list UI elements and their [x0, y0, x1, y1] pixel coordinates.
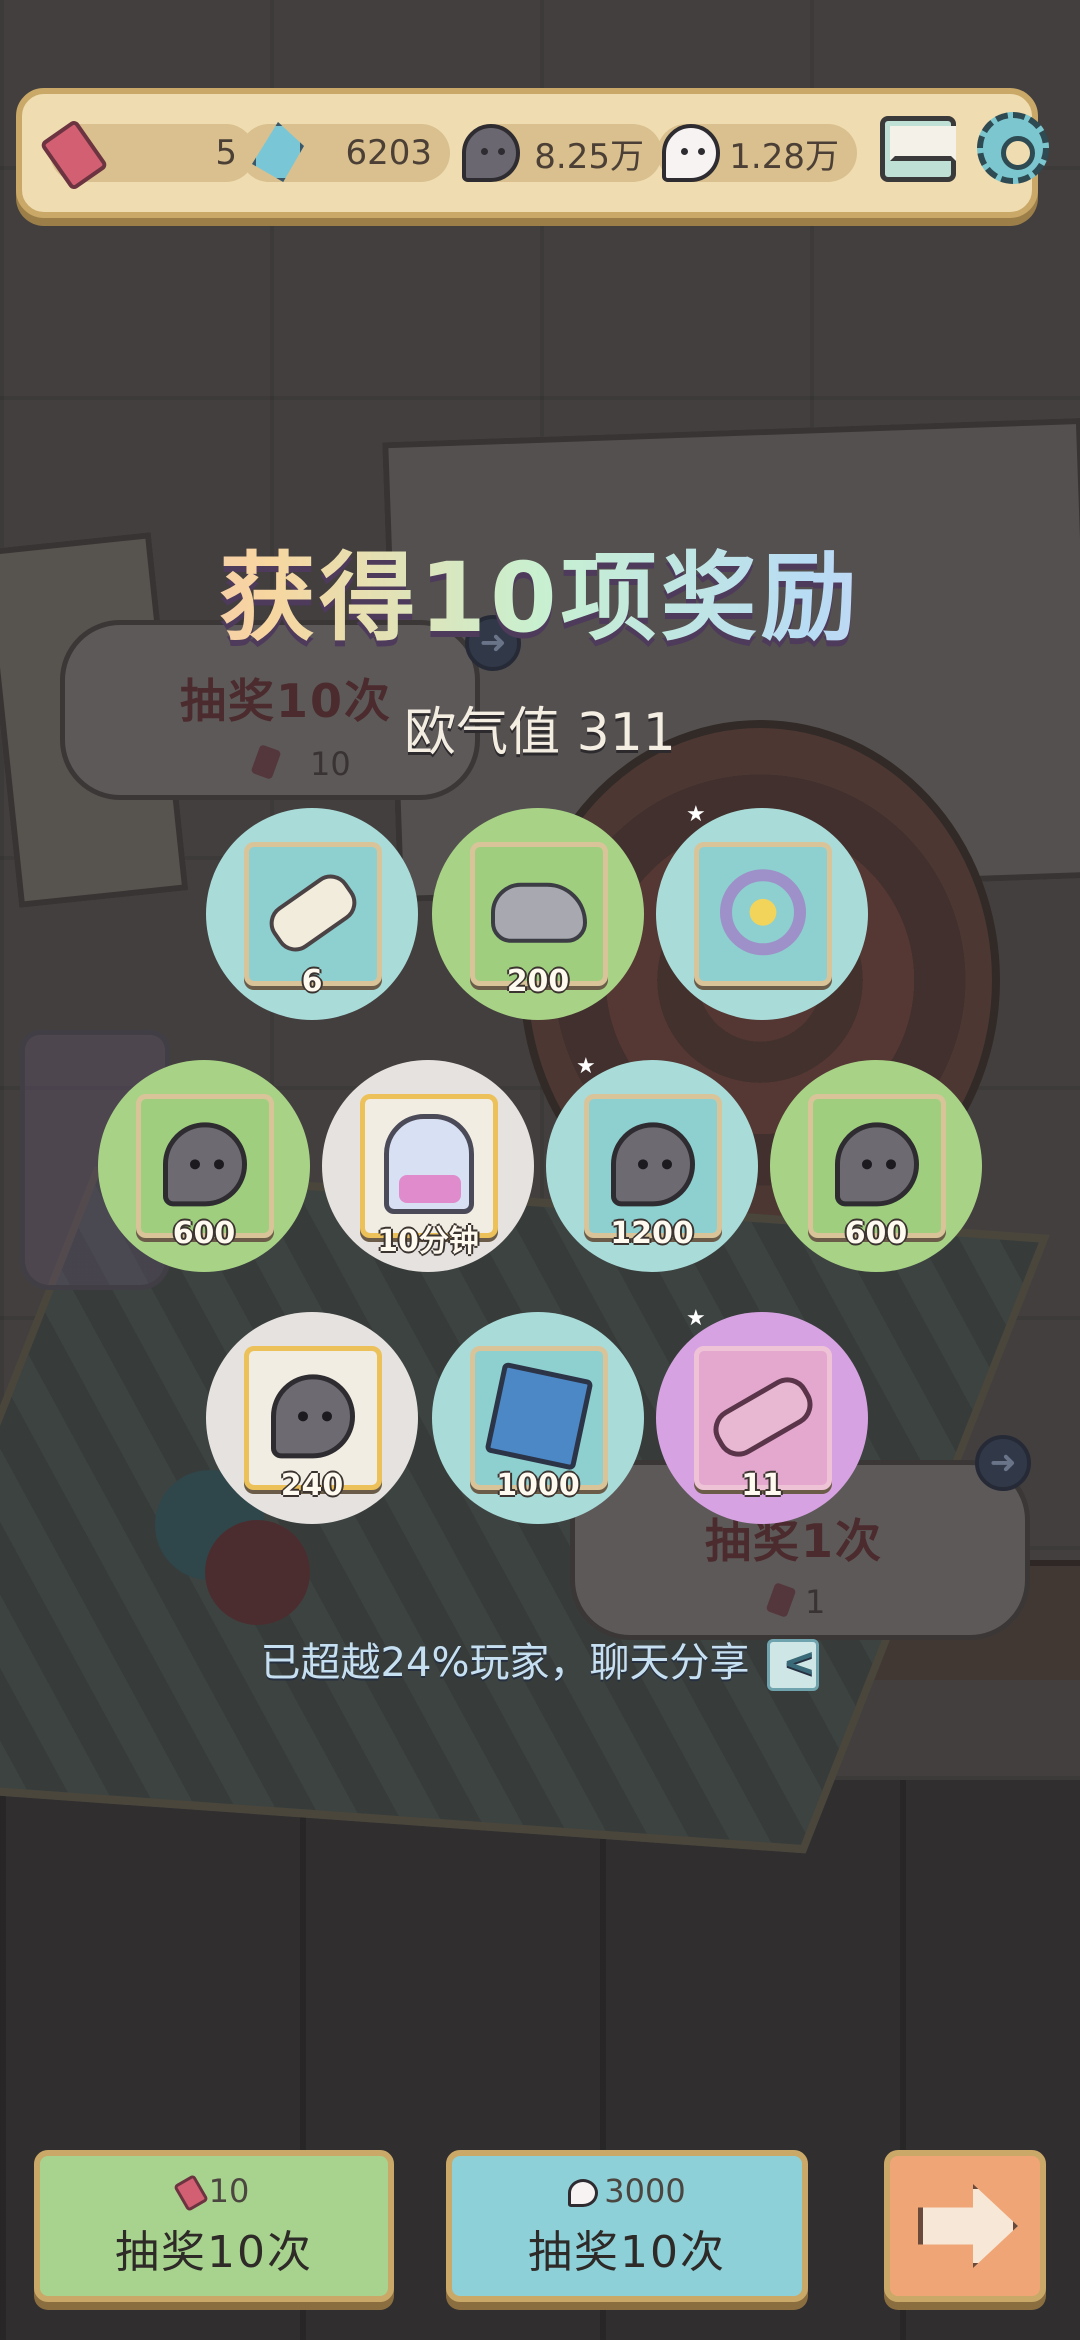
reward-qty: 200 [506, 964, 570, 999]
dark-spirit-icon [611, 1122, 695, 1207]
crystal-count: 6203 [345, 133, 432, 173]
resource-bar: 5 6203 8.25万 1.28万 [16, 88, 1049, 218]
reward-slot[interactable]: 240 [206, 1312, 418, 1524]
reward-slot[interactable]: 1000 [432, 1312, 644, 1524]
share-icon[interactable] [767, 1639, 820, 1691]
reward-qty: 10分钟 [377, 1224, 479, 1259]
reward-slot[interactable]: 600 [98, 1060, 310, 1272]
share-text: 已超越24%玩家，聊天分享 [260, 1640, 750, 1686]
ticket-draw-label: 抽奖10次 [115, 2227, 313, 2278]
reward-slot[interactable]: ★ [656, 802, 868, 1020]
light-spirit-count: 1.28万 [729, 136, 839, 177]
reward-slot[interactable]: ★ 11 [656, 1306, 868, 1524]
ticket-draw-cost: 10 [40, 2172, 388, 2212]
ticket-draw-cost-value: 10 [208, 2172, 250, 2210]
dark-spirit-icon [163, 1122, 247, 1207]
reward-slot[interactable]: 6 [206, 808, 418, 1020]
reward-qty: 600 [844, 1216, 908, 1251]
reward-qty: 1000 [496, 1468, 580, 1503]
reward-qty: 6 [301, 964, 323, 999]
spirit-draw-10-button[interactable]: 3000 抽奖10次 [446, 2150, 808, 2302]
reward-slot[interactable]: 10分钟 [322, 1060, 534, 1272]
reward-qty: 11 [741, 1468, 783, 1503]
ticket-icon [172, 2174, 209, 2212]
reward-slot[interactable]: 200 [432, 808, 644, 1020]
light-spirit-icon [568, 2179, 599, 2207]
ticket-count: 5 [215, 133, 237, 173]
dark-spirit-icon [462, 124, 520, 182]
spirit-draw-label: 抽奖10次 [528, 2227, 726, 2278]
dark-spirit-icon [835, 1122, 919, 1207]
star-icon: ★ [686, 802, 706, 827]
luck-value: 欧气值 311 [0, 690, 1080, 765]
share-line[interactable]: 已超越24%玩家，聊天分享 [0, 1630, 1080, 1691]
reward-slot[interactable]: 600 [770, 1060, 982, 1272]
reward-qty: 600 [172, 1216, 236, 1251]
stone-icon [491, 882, 587, 943]
gear-icon[interactable] [977, 112, 1049, 184]
ring-icon [720, 869, 806, 956]
star-icon: ★ [576, 1054, 596, 1079]
luck-number: 311 [576, 703, 676, 763]
arrow-right-icon [918, 2184, 1018, 2268]
star-icon: ★ [686, 1306, 706, 1331]
dark-spirit-count: 8.25万 [534, 136, 644, 177]
reward-title: 获得10项奖励 [0, 520, 1080, 659]
reward-qty: 1200 [610, 1216, 694, 1251]
light-spirit-icon [662, 124, 720, 182]
ticket-draw-10-button[interactable]: 10 抽奖10次 [34, 2150, 394, 2302]
reward-qty: 240 [280, 1468, 344, 1503]
cannon-icon [705, 1369, 821, 1465]
luck-label: 欧气值 [404, 703, 561, 763]
ghost-card-icon [384, 1114, 474, 1214]
spirit-draw-cost-value: 3000 [604, 2172, 686, 2210]
scroll-icon [261, 866, 365, 960]
next-button[interactable] [884, 2150, 1046, 2302]
reward-card [694, 842, 832, 986]
mail-icon[interactable] [880, 116, 956, 182]
banner-icon [484, 1361, 594, 1471]
spirit-draw-cost: 3000 [452, 2172, 802, 2210]
reward-slot[interactable]: ★ 1200 [546, 1054, 758, 1272]
dark-spirit-icon [271, 1374, 355, 1459]
